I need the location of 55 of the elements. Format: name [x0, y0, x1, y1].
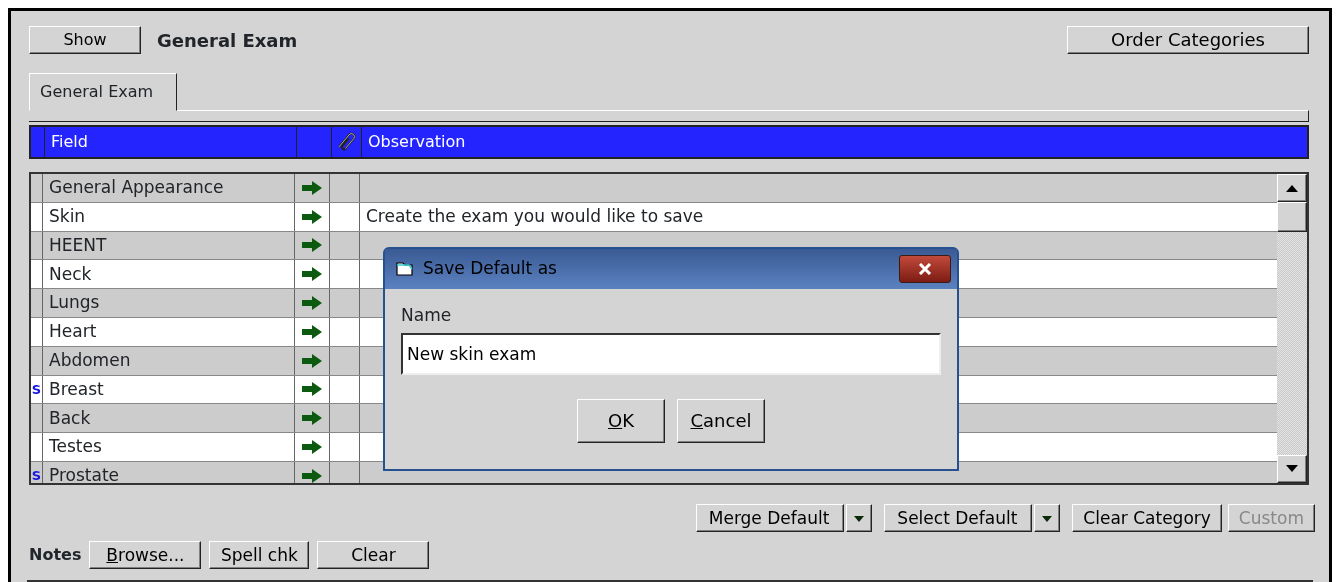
dropdown-button[interactable] [1034, 504, 1061, 532]
column-header: Field [51, 131, 88, 153]
scrollbar-thumb[interactable] [1277, 202, 1307, 232]
field-name: Abdomen [49, 348, 131, 372]
arrow-icon [301, 323, 323, 340]
field-name: Neck [49, 262, 92, 286]
caret-icon [1042, 515, 1053, 522]
action-button[interactable]: Clear Category [1072, 504, 1222, 532]
section-title: General Exam [157, 28, 298, 53]
arrow-icon [301, 352, 323, 369]
caret-icon [854, 515, 865, 522]
folder-icon [395, 260, 415, 278]
field-name: Skin [49, 204, 86, 228]
dialog-button[interactable]: Cancel [677, 398, 765, 443]
field-name: Prostate [49, 464, 120, 483]
field-label: Name [401, 304, 453, 327]
field-name: HEENT [49, 233, 107, 257]
down-arrow-icon [1286, 465, 1298, 473]
arrow-icon [301, 295, 323, 312]
up-arrow-icon [1286, 184, 1298, 192]
field-name: Back [49, 406, 91, 430]
notes-button[interactable]: Spell chk [209, 541, 310, 569]
arrow-icon [301, 208, 323, 225]
tab[interactable]: General Exam [29, 73, 177, 111]
field-name: Lungs [49, 291, 100, 315]
scroll-up-button[interactable] [1277, 174, 1307, 202]
arrow-icon [301, 467, 323, 483]
action-button[interactable]: Merge Default [695, 504, 845, 532]
scroll-down-button[interactable] [1277, 455, 1307, 483]
field-name: Heart [49, 320, 97, 344]
order-categories-button[interactable]: Order Categories [1067, 26, 1309, 54]
arrow-icon [301, 381, 323, 398]
row-marker: S [31, 467, 42, 483]
field-name: General Appearance [49, 176, 224, 200]
column-header: Observation [368, 131, 466, 153]
notes-button[interactable]: Clear [317, 541, 430, 569]
close-button[interactable] [899, 255, 951, 283]
arrow-icon [301, 410, 323, 427]
arrow-icon [301, 266, 323, 283]
arrow-icon [301, 179, 323, 196]
row-marker: S [31, 380, 42, 399]
close-icon [918, 263, 932, 275]
name-input[interactable]: New skin exam [401, 332, 941, 375]
field-name: Testes [49, 435, 102, 459]
dropdown-button[interactable] [846, 504, 873, 532]
observation-text: Create the exam you would like to save [366, 204, 704, 228]
field-name: Breast [49, 377, 104, 401]
arrow-icon [301, 439, 323, 456]
notes-button[interactable]: Browse... [89, 541, 202, 569]
notes-label: Notes [29, 544, 82, 566]
dialog-button[interactable]: OK [577, 398, 665, 443]
arrow-icon [301, 237, 323, 254]
show-button[interactable]: Show [29, 26, 141, 54]
action-button[interactable]: Select Default [884, 504, 1033, 532]
dialog-title: Save Default as [423, 257, 557, 281]
